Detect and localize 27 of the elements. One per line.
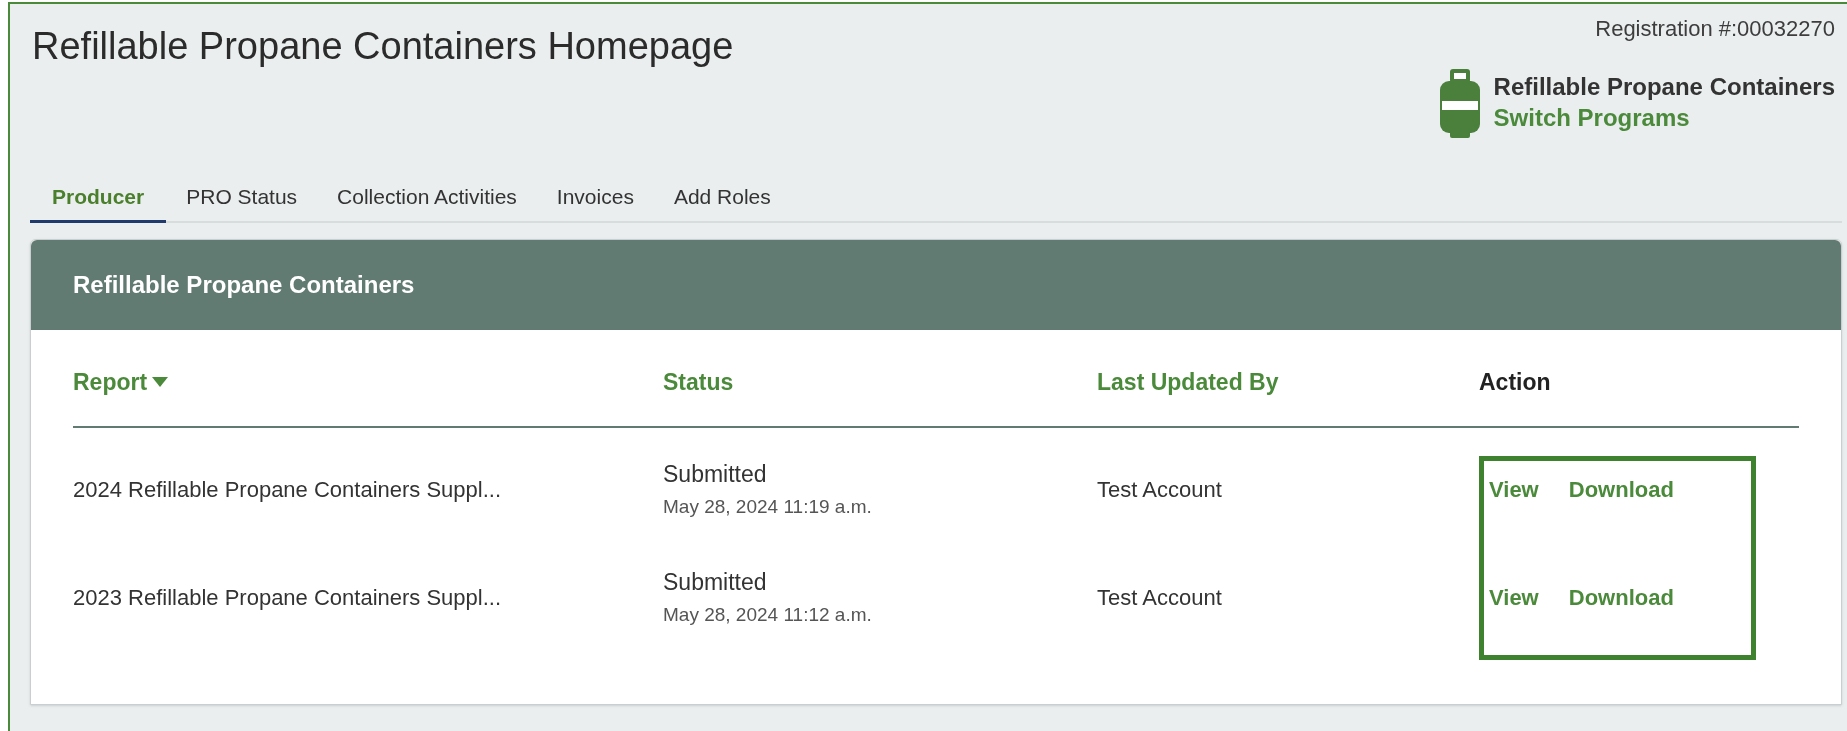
status-date: May 28, 2024 11:12 a.m. <box>663 603 873 627</box>
column-header[interactable]: Last Updated By <box>1097 364 1279 400</box>
tab[interactable]: Add Roles <box>653 173 791 223</box>
view-link[interactable]: View <box>1489 472 1539 506</box>
download-link[interactable]: Download <box>1568 472 1674 506</box>
report-name: 2024 Refillable Propane Containers Suppl... <box>73 475 503 504</box>
view-link[interactable]: View <box>1489 580 1539 614</box>
column-header[interactable]: Report <box>73 364 170 400</box>
program-name: Refillable Propane Containers <box>1493 72 1835 102</box>
status-text: Submitted <box>663 459 768 489</box>
switch-programs-link[interactable]: Switch Programs <box>1493 102 1835 134</box>
tab[interactable]: Producer <box>30 173 167 223</box>
tab[interactable]: Invoices <box>536 173 654 223</box>
updated-by: Test Account <box>1097 475 1223 504</box>
download-link[interactable]: Download <box>1568 580 1674 614</box>
status-text: Submitted <box>663 567 768 597</box>
card-title: Refillable Propane Containers <box>73 270 415 300</box>
page-title: Refillable Propane Containers Homepage <box>32 24 734 69</box>
tab[interactable]: Collection Activities <box>317 173 537 223</box>
report-name: 2023 Refillable Propane Containers Suppl... <box>73 583 503 612</box>
registration-number: Registration #:00032270 <box>1595 15 1835 43</box>
updated-by: Test Account <box>1097 583 1223 612</box>
column-header[interactable]: Status <box>663 364 734 400</box>
status-date: May 28, 2024 11:19 a.m. <box>663 495 873 519</box>
tab[interactable]: PRO Status <box>166 173 318 223</box>
column-header: Action <box>1479 368 1551 395</box>
propane-tank-icon <box>1439 67 1480 139</box>
